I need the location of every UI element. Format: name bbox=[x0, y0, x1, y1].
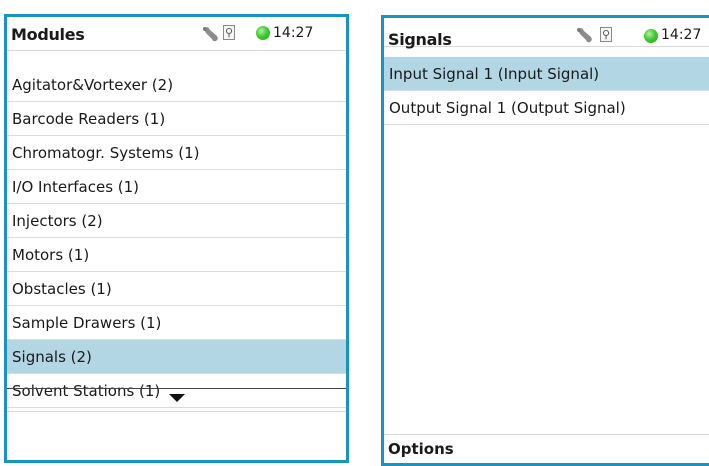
modules-screen: Modules ⚲ 14:27 Agitator&Vortexer (2) Bar… bbox=[4, 14, 349, 463]
list-item[interactable]: Obstacles (1) bbox=[7, 272, 346, 306]
arrow-down-icon[interactable] bbox=[169, 394, 185, 402]
signals-list: Input Signal 1 (Input Signal) Output Sign… bbox=[384, 57, 709, 125]
signals-screen: Signals ⚲ 14:27 Input Signal 1 (Input Si… bbox=[381, 15, 709, 466]
list-item[interactable]: Sample Drawers (1) bbox=[7, 306, 346, 340]
list-item[interactable]: I/O Interfaces (1) bbox=[7, 170, 346, 204]
options-button[interactable]: Options bbox=[388, 440, 454, 458]
modules-list: Agitator&Vortexer (2) Barcode Readers (1)… bbox=[7, 68, 346, 408]
list-item[interactable]: Barcode Readers (1) bbox=[7, 102, 346, 136]
list-item[interactable]: Output Signal 1 (Output Signal) bbox=[384, 91, 709, 125]
list-item[interactable]: Input Signal 1 (Input Signal) bbox=[384, 57, 709, 91]
list-item[interactable]: Motors (1) bbox=[7, 238, 346, 272]
screen-title: Modules bbox=[11, 25, 85, 44]
clock-time: 14:27 bbox=[273, 25, 314, 41]
status-indicator-icon bbox=[256, 26, 270, 40]
list-item[interactable]: Signals (2) bbox=[7, 340, 346, 374]
screen-title: Signals bbox=[388, 30, 452, 49]
clock-time: 14:27 bbox=[661, 27, 702, 43]
modules-header: Modules ⚲ 14:27 bbox=[7, 17, 346, 51]
usb-icon: ⚲ bbox=[223, 25, 235, 40]
scroll-indicator[interactable] bbox=[7, 388, 346, 412]
wrench-icon bbox=[577, 28, 592, 43]
list-item[interactable]: Agitator&Vortexer (2) bbox=[7, 68, 346, 102]
usb-icon: ⚲ bbox=[600, 27, 612, 42]
status-indicator-icon bbox=[644, 29, 658, 43]
list-item[interactable]: Chromatogr. Systems (1) bbox=[7, 136, 346, 170]
wrench-icon bbox=[203, 27, 218, 42]
list-item[interactable]: Injectors (2) bbox=[7, 204, 346, 238]
signals-header: Signals ⚲ 14:27 bbox=[384, 18, 709, 49]
options-bar[interactable]: Options bbox=[384, 434, 709, 463]
